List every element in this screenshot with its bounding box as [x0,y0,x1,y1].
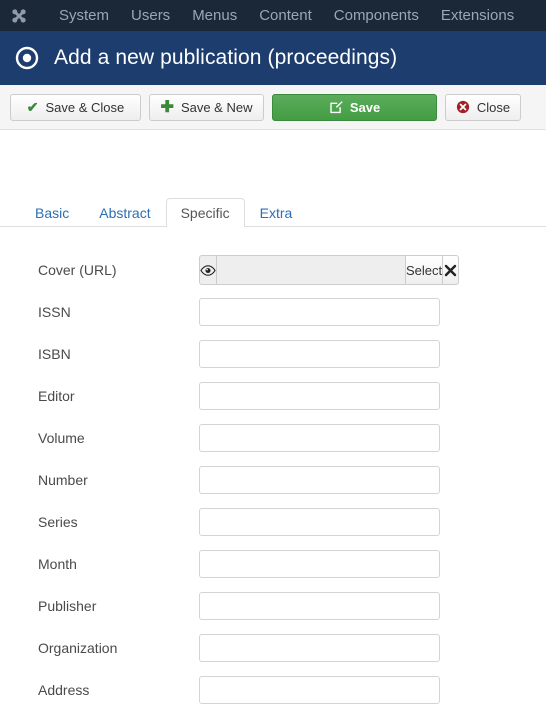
save-button[interactable]: Save [272,93,437,121]
label-cover: Cover (URL) [38,262,117,278]
volume-input[interactable] [199,424,440,452]
page-title-bar: Add a new publication (proceedings) [0,31,546,85]
content-area: Basic Abstract Specific Extra Cover (URL… [0,194,546,711]
form-row-volume: Volume [0,417,546,459]
specific-form: Cover (URL) Select ISSN ISBN Editor Volu… [0,227,546,711]
cover-select-button[interactable]: Select [406,255,444,285]
close-button[interactable]: Close [445,93,521,121]
tab-extra[interactable]: Extra [245,198,308,227]
menu-item-components[interactable]: Components [323,0,430,31]
menu-item-content[interactable]: Content [248,0,323,31]
cover-clear-button[interactable] [443,255,460,285]
toolbar: ✔ Save & Close ✚ Save & New Save Close [0,85,546,130]
issn-input[interactable] [199,298,440,326]
save-and-close-label: Save & Close [45,99,125,115]
cover-url-input[interactable] [217,255,406,285]
menu-item-system[interactable]: System [48,0,120,31]
tab-abstract[interactable]: Abstract [84,198,165,227]
circle-x-icon [456,100,470,114]
address-input[interactable] [199,676,440,704]
label-month: Month [38,556,77,572]
form-row-editor: Editor [0,375,546,417]
pencil-square-icon [329,100,343,114]
menu-item-menus[interactable]: Menus [181,0,248,31]
month-input[interactable] [199,550,440,578]
label-publisher: Publisher [38,598,97,614]
eye-icon[interactable] [199,255,217,285]
form-row-address: Address [0,669,546,711]
organization-input[interactable] [199,634,440,662]
isbn-input[interactable] [199,340,440,368]
tab-basic[interactable]: Basic [20,198,84,227]
plus-icon: ✚ [160,99,174,116]
joomla-logo-icon[interactable] [8,5,30,27]
cover-media-field: Select [199,255,460,285]
save-and-new-label: Save & New [180,99,253,115]
form-row-organization: Organization [0,627,546,669]
menu-item-extensions[interactable]: Extensions [430,0,525,31]
tab-bar: Basic Abstract Specific Extra [0,194,546,227]
label-address: Address [38,682,90,698]
form-row-number: Number [0,459,546,501]
admin-menu-bar: System Users Menus Content Components Ex… [0,0,546,31]
label-number: Number [38,472,88,488]
check-icon: ✔ [26,98,39,115]
form-row-month: Month [0,543,546,585]
save-and-close-button[interactable]: ✔ Save & Close [10,93,141,121]
close-label: Close [476,99,511,115]
label-volume: Volume [38,430,85,446]
form-row-publisher: Publisher [0,585,546,627]
menu-item-users[interactable]: Users [120,0,181,31]
label-organization: Organization [38,640,118,656]
form-row-isbn: ISBN [0,333,546,375]
label-isbn: ISBN [38,346,71,362]
save-and-new-button[interactable]: ✚ Save & New [149,93,264,121]
publisher-input[interactable] [199,592,440,620]
page-title: Add a new publication (proceedings) [54,46,398,69]
label-series: Series [38,514,78,530]
label-editor: Editor [38,388,75,404]
label-issn: ISSN [38,304,71,320]
series-input[interactable] [199,508,440,536]
form-row-cover: Cover (URL) Select [0,249,546,291]
form-row-series: Series [0,501,546,543]
number-input[interactable] [199,466,440,494]
editor-input[interactable] [199,382,440,410]
bullseye-icon [14,45,40,71]
save-label: Save [349,99,381,115]
form-row-issn: ISSN [0,291,546,333]
tab-specific[interactable]: Specific [165,198,245,227]
